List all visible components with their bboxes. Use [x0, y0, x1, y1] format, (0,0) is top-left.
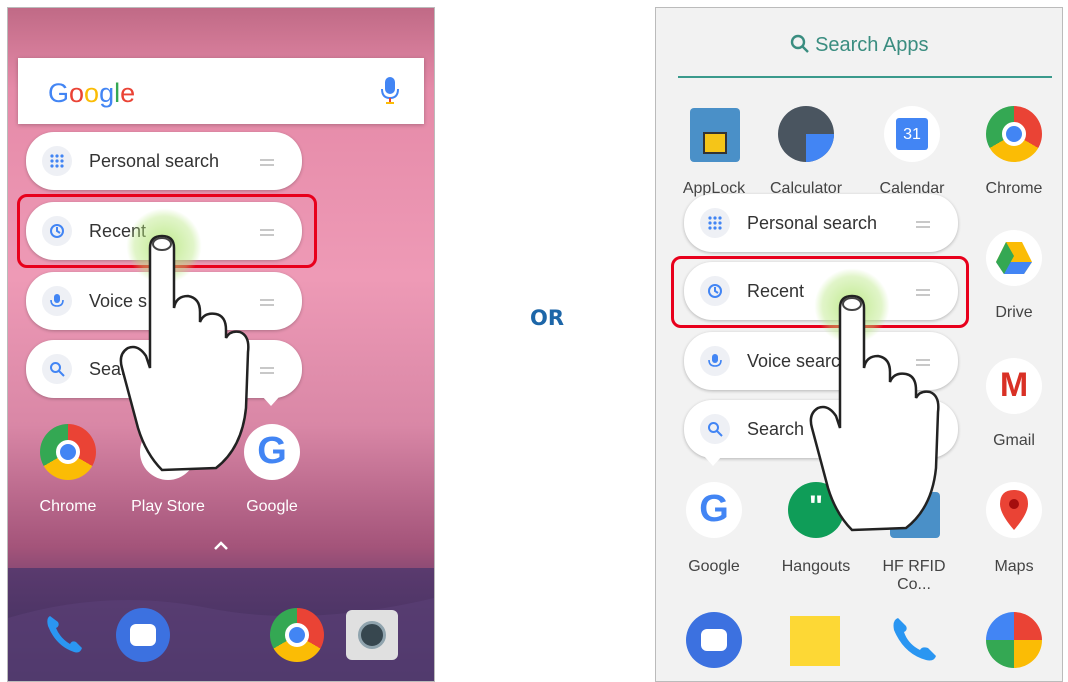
- shortcut-label: Search: [747, 419, 805, 439]
- chrome-icon[interactable]: [40, 424, 96, 480]
- app-label: HF RFID Co...: [882, 558, 946, 593]
- mic-icon[interactable]: [380, 76, 400, 111]
- app-label: Chrome: [39, 498, 97, 515]
- popup-pointer: [262, 396, 280, 406]
- search-apps-bar[interactable]: Search Apps: [656, 34, 1062, 57]
- shortcut-personal-search[interactable]: Personal search: [684, 194, 958, 252]
- messages-icon[interactable]: [116, 608, 170, 662]
- hand-pointer-icon: [809, 294, 940, 532]
- drag-handle-icon[interactable]: [260, 299, 274, 306]
- hand-pointer-icon: [119, 234, 250, 472]
- phone-icon[interactable]: [888, 614, 940, 671]
- photos-icon[interactable]: [986, 612, 1042, 668]
- shortcut-personal-search[interactable]: Personal search: [26, 132, 302, 190]
- or-separator: OR: [530, 306, 565, 330]
- search-icon: [42, 354, 72, 384]
- gmail-icon[interactable]: M: [986, 358, 1042, 414]
- messages-icon[interactable]: [686, 612, 742, 668]
- app-label: Hangouts: [781, 558, 851, 575]
- google-search-bar[interactable]: Google: [18, 58, 424, 124]
- app-label: Chrome: [985, 180, 1043, 197]
- keep-notes-icon[interactable]: [790, 616, 840, 666]
- search-icon: [700, 414, 730, 444]
- calculator-icon[interactable]: [778, 106, 834, 162]
- apps-grid-icon: [42, 146, 72, 176]
- chrome-icon[interactable]: [270, 608, 324, 662]
- app-label: Gmail: [993, 432, 1035, 449]
- drag-handle-icon[interactable]: [916, 221, 930, 228]
- maps-icon[interactable]: [986, 482, 1042, 538]
- drag-handle-icon[interactable]: [260, 159, 274, 166]
- phone-icon[interactable]: [42, 612, 86, 661]
- home-screen-left: Google Personal search Recent Voice s Se…: [7, 7, 435, 682]
- google-app-icon[interactable]: G: [686, 482, 742, 538]
- app-label: Maps: [994, 558, 1034, 575]
- search-icon: [790, 34, 809, 53]
- shortcut-label: Personal search: [89, 151, 220, 171]
- apps-grid-icon: [700, 208, 730, 238]
- popup-pointer: [704, 456, 722, 466]
- app-label: Google: [246, 498, 298, 515]
- app-drawer-right: Search Apps 31 AppLock Calculator Calend…: [655, 7, 1063, 682]
- chrome-icon[interactable]: [986, 106, 1042, 162]
- app-label: Drive: [995, 304, 1033, 321]
- mic-icon: [700, 346, 730, 376]
- app-label: Google: [688, 558, 740, 575]
- search-apps-label: Search Apps: [815, 34, 929, 56]
- drag-handle-icon[interactable]: [260, 367, 274, 374]
- google-logo: Google: [48, 78, 136, 108]
- shortcut-label: Personal search: [747, 213, 878, 233]
- calendar-icon[interactable]: 31: [884, 106, 940, 162]
- search-underline: [678, 76, 1052, 78]
- chevron-up-icon[interactable]: [214, 538, 228, 556]
- app-label: Play Store: [131, 498, 205, 515]
- mic-icon: [42, 286, 72, 316]
- calendar-day: 31: [896, 118, 928, 150]
- camera-icon[interactable]: [346, 610, 398, 660]
- dock: [8, 568, 434, 681]
- drive-icon[interactable]: [986, 230, 1042, 286]
- applock-icon[interactable]: [690, 108, 740, 162]
